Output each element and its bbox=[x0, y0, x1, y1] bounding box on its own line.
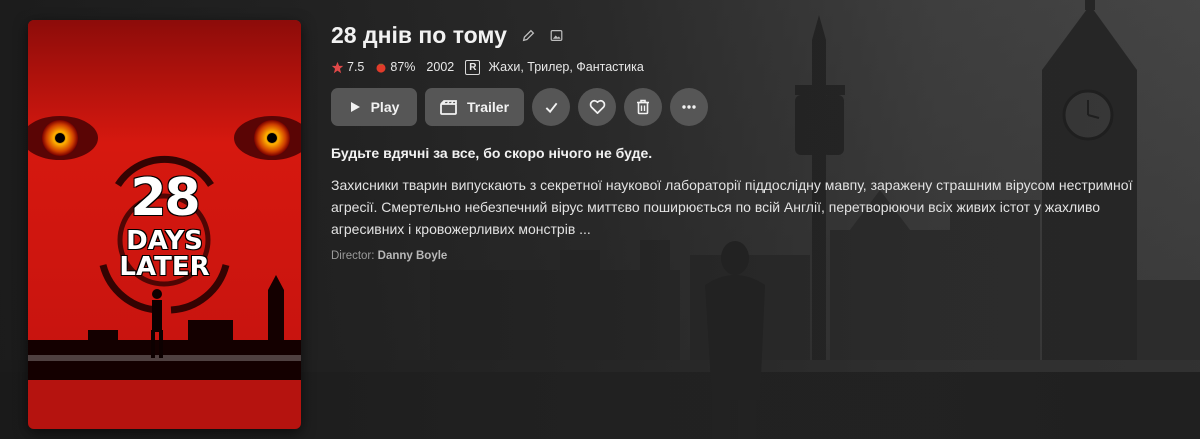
more-dots-icon bbox=[682, 105, 696, 109]
title-row: 28 днів по тому bbox=[331, 20, 565, 50]
tomato-icon bbox=[375, 61, 387, 73]
movie-overview: Захисники тварин випускають з секретної … bbox=[331, 177, 1133, 237]
release-year: 2002 bbox=[426, 60, 455, 74]
play-label: Play bbox=[370, 99, 400, 115]
play-button[interactable]: Play bbox=[331, 88, 417, 126]
poster-title-later: LATER bbox=[119, 252, 210, 282]
poster-title-number: 28 bbox=[130, 168, 200, 228]
check-icon bbox=[544, 100, 559, 115]
mark-watched-button[interactable] bbox=[532, 88, 570, 126]
image-icon[interactable] bbox=[549, 27, 565, 43]
movie-tagline: Будьте вдячні за все, бо скоро нічого не… bbox=[331, 145, 653, 161]
heart-icon bbox=[589, 99, 606, 115]
play-icon bbox=[349, 101, 361, 113]
director-credit: Director: Danny Boyle bbox=[331, 250, 447, 262]
director-name[interactable]: Danny Boyle bbox=[378, 250, 448, 262]
trailer-label: Trailer bbox=[466, 99, 510, 115]
pencil-icon[interactable] bbox=[521, 27, 537, 43]
user-rating: 7.5 bbox=[347, 60, 365, 74]
content-rating-badge: R bbox=[465, 59, 481, 75]
genres: Жахи, Трилер, Фантастика bbox=[488, 60, 644, 74]
star-icon bbox=[331, 61, 344, 74]
movie-title: 28 днів по тому bbox=[331, 21, 507, 48]
trailer-button[interactable]: Trailer bbox=[425, 88, 524, 126]
action-buttons: Play Trailer bbox=[331, 88, 708, 126]
more-options-button[interactable] bbox=[670, 88, 708, 126]
favorite-button[interactable] bbox=[578, 88, 616, 126]
film-icon bbox=[440, 99, 457, 115]
trash-icon bbox=[636, 99, 650, 115]
poster-title-days: DAYS bbox=[126, 226, 203, 256]
meta-row: 7.5 87% 2002 R Жахи, Трилер, Фантастика bbox=[331, 59, 644, 75]
tomatometer-score: 87% bbox=[390, 60, 416, 74]
delete-button[interactable] bbox=[624, 88, 662, 126]
movie-poster[interactable]: 28 DAYS LATER bbox=[28, 20, 301, 429]
director-label: Director: bbox=[331, 250, 375, 262]
